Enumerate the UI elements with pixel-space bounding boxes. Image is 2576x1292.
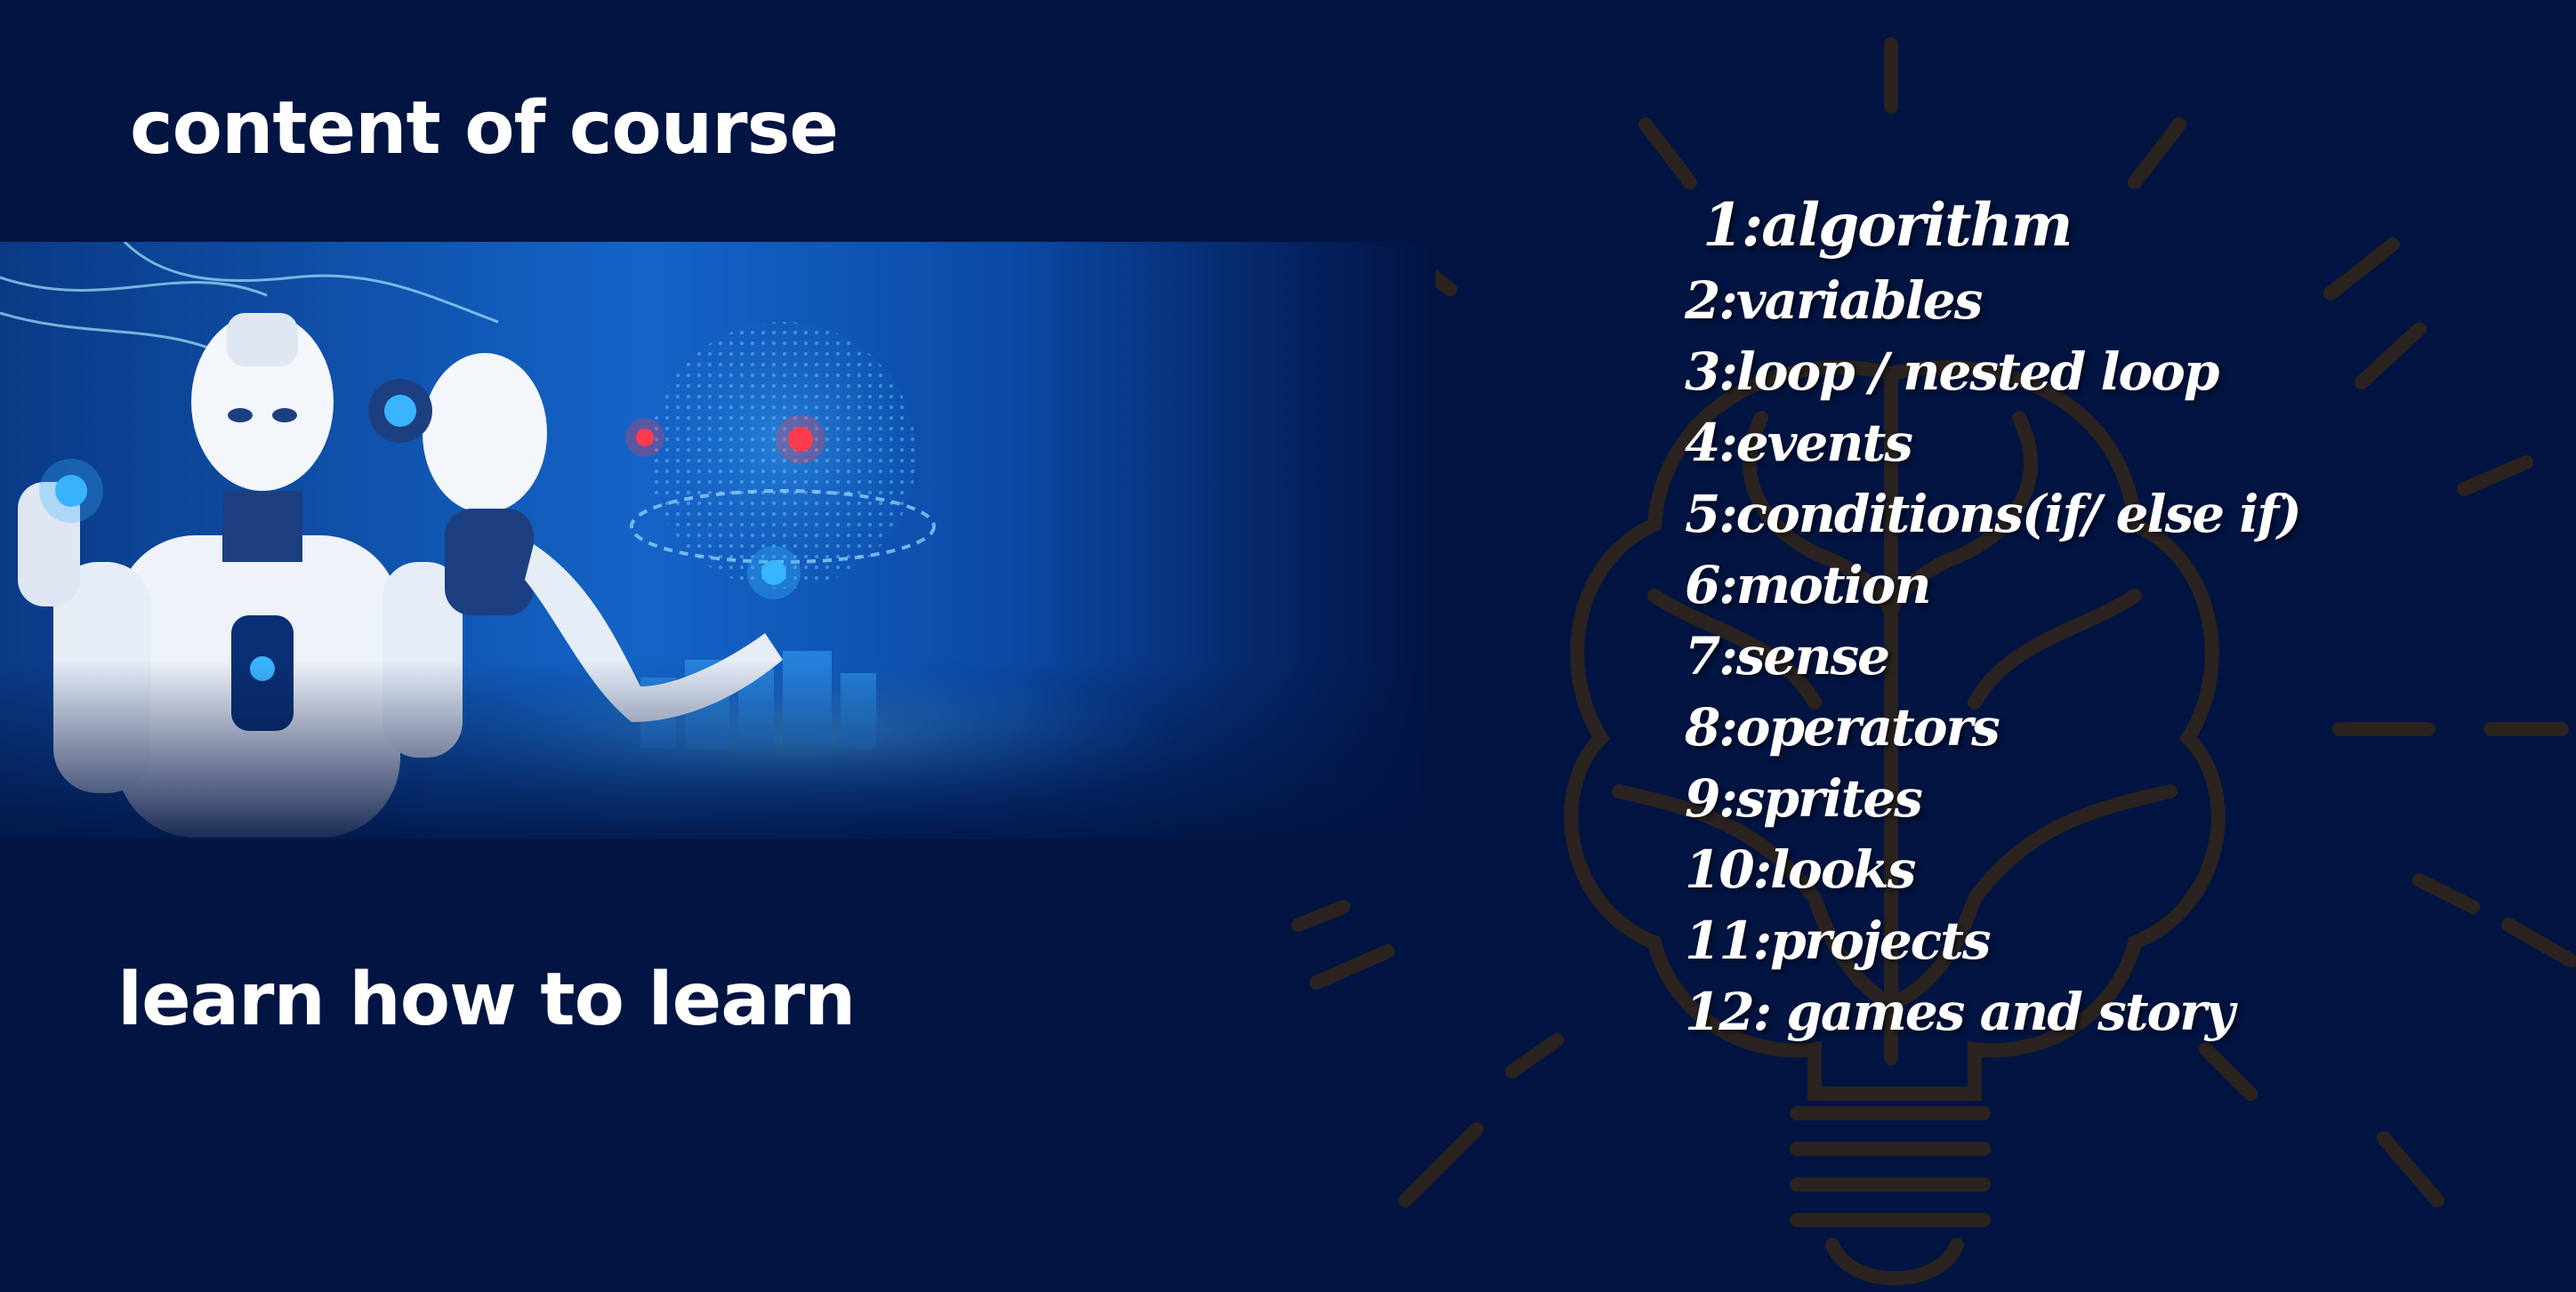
list-item: 7:sense [1685, 626, 1890, 686]
list-item: 12: games and story [1685, 982, 2234, 1042]
list-item: 2:variables [1685, 270, 1983, 331]
tagline: learn how to learn [117, 958, 856, 1042]
list-item: 10:looks [1685, 839, 1916, 900]
list-item: 3:loop / nested loop [1685, 341, 2219, 402]
list-item: 8:operators [1685, 697, 2000, 758]
list-item: 1:algorithm [1703, 190, 2073, 260]
list-item: 4:events [1685, 413, 1913, 473]
page-title: content of course [130, 86, 839, 171]
list-item: 9:sprites [1685, 768, 1923, 829]
robots-illustration [0, 242, 1436, 839]
list-item: 11:projects [1685, 911, 1992, 971]
list-item: 6:motion [1685, 555, 1932, 615]
list-item: 5:conditions(if/ else if) [1685, 484, 2302, 544]
topics-list: 1:algorithm 2:variables 3:loop / nested … [1685, 185, 2302, 1047]
